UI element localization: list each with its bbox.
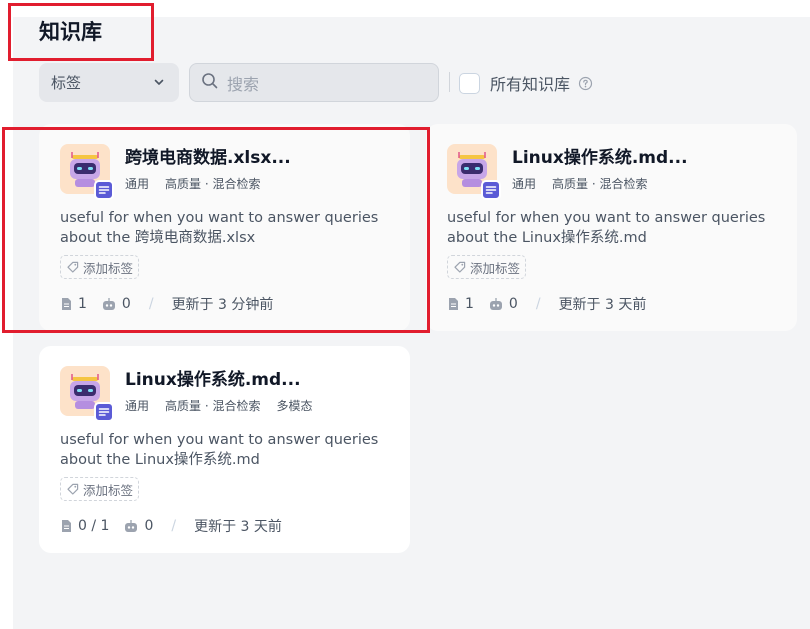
document-icon [447,297,460,311]
kb-meta-item: 高质量 · 混合检索 [165,399,261,413]
search-icon [201,72,219,94]
title-highlight-box [8,3,154,61]
add-tag-button[interactable]: 添加标签 [60,477,140,501]
all-kb-toggle[interactable]: 所有知识库 [459,70,593,96]
tag-icon [67,483,79,495]
kb-name[interactable]: Linux操作系统.md... [125,369,301,391]
stats-separator: / [171,518,177,534]
add-tag-label: 添加标签 [470,260,521,276]
bot-count: 0 [508,296,518,312]
kb-meta: 通用 高质量 · 混合检索 [512,175,663,192]
kb-type-badge-icon [481,180,501,200]
kb-meta-item: 高质量 · 混合检索 [552,177,648,191]
kb-stats: 1 0 / 更新于 3 天前 [447,294,646,314]
help-icon[interactable] [578,76,593,91]
search-placeholder: 搜索 [227,74,260,94]
tag-filter-select[interactable]: 标签 [39,63,179,102]
bot-icon [488,297,504,311]
all-kb-label: 所有知识库 [490,75,571,94]
kb-type-badge-icon [94,402,114,422]
robot-avatar-icon [447,144,501,200]
kb-stats: 0 / 1 0 / 更新于 3 天前 [60,516,282,536]
kb-meta-item: 多模态 [276,399,313,413]
tag-icon [454,261,466,273]
updated-time: 更新于 3 天前 [558,297,647,313]
bot-count: 0 [144,518,154,534]
kb-name[interactable]: Linux操作系统.md... [512,147,688,169]
document-icon [60,519,73,533]
updated-time: 更新于 3 天前 [194,519,282,535]
kb-card[interactable]: Linux操作系统.md... 通用 高质量 · 混合检索 多模态 useful… [39,346,410,553]
add-tag-button[interactable]: 添加标签 [447,255,527,279]
tag-filter-label: 标签 [51,74,82,92]
stats-separator: / [535,296,541,312]
kb-description: useful for when you want to answer queri… [447,210,766,246]
kb-meta-item: 通用 [125,399,150,413]
all-kb-checkbox[interactable] [459,72,480,94]
bot-icon [123,519,139,533]
search-input[interactable]: 搜索 [189,63,439,102]
add-tag-label: 添加标签 [83,482,134,498]
doc-count: 0 / 1 [78,518,110,534]
doc-count: 1 [465,296,474,312]
kb-card[interactable]: Linux操作系统.md... 通用 高质量 · 混合检索 useful for… [426,124,797,331]
kb-description: useful for when you want to answer queri… [60,432,379,468]
chevron-down-icon [153,74,165,92]
robot-avatar-icon [60,366,114,422]
card-highlight-box [2,127,430,333]
kb-meta-item: 通用 [512,177,537,191]
filter-divider [449,72,450,92]
kb-meta: 通用 高质量 · 混合检索 多模态 [125,397,328,414]
